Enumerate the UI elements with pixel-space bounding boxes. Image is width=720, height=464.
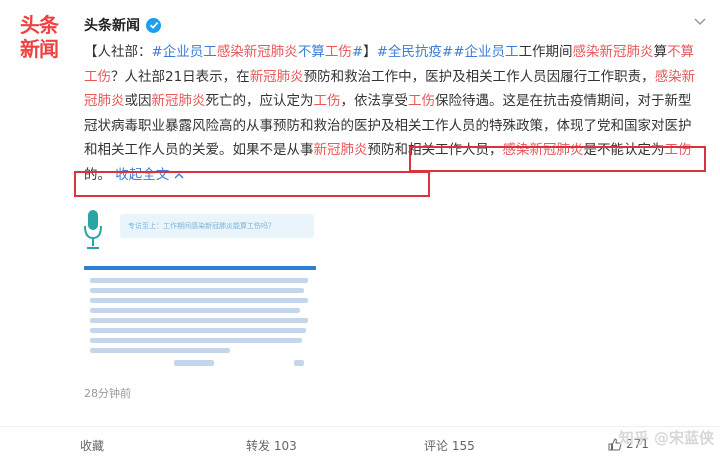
- text: 死亡的，应认定为: [205, 93, 314, 109]
- image-footer: [84, 360, 316, 372]
- image-text-line: [90, 308, 300, 313]
- account-name[interactable]: 头条新闻: [84, 15, 140, 35]
- text: 算: [653, 44, 668, 60]
- favorite-button[interactable]: 收藏: [80, 437, 104, 454]
- keyword-highlight: 工伤: [408, 93, 435, 109]
- repost-button[interactable]: 转发 103: [246, 437, 297, 454]
- text: 】: [363, 44, 377, 60]
- keyword-highlight: 新冠肺炎: [151, 93, 206, 109]
- text: 【人社部：: [84, 44, 152, 60]
- logo-line-1: 头条: [20, 13, 59, 37]
- image-text-body: [84, 266, 316, 374]
- post-image[interactable]: 专访至上：工作期间感染新冠肺炎能算工伤吗？: [84, 208, 316, 376]
- watermark: 知乎 @宋蓝侠: [618, 429, 714, 447]
- keyword-highlight: 感染新冠肺炎: [572, 44, 654, 60]
- text: ？人社部21日表示，在: [111, 68, 250, 85]
- hashtag-link[interactable]: #企业员工感染新冠肺炎不算工伤#: [152, 44, 364, 60]
- image-text-line: [90, 298, 308, 303]
- comment-button[interactable]: 评论 155: [424, 437, 475, 454]
- divider: [0, 426, 720, 427]
- microphone-icon: [84, 210, 102, 249]
- keyword-highlight: 新冠肺炎: [313, 142, 368, 158]
- image-text-line: [90, 338, 302, 343]
- verified-badge-icon: [146, 17, 161, 33]
- chevron-down-icon[interactable]: [694, 14, 706, 30]
- text: 预防和救治工作中，医护及相关工作人员因履行工作职责，: [303, 68, 655, 85]
- image-question-banner: 专访至上：工作期间感染新冠肺炎能算工伤吗？: [120, 214, 314, 238]
- keyword-highlight: 工伤: [313, 93, 341, 109]
- hashtag-link[interactable]: #全民抗疫#: [377, 44, 454, 60]
- keyword-highlight: 新冠肺炎: [249, 68, 304, 85]
- logo-line-2: 新闻: [20, 37, 59, 61]
- highlight-box: [409, 146, 706, 172]
- image-question-area: 专访至上：工作期间感染新冠肺炎能算工伤吗？: [84, 208, 316, 260]
- text: ，依法享受: [340, 93, 409, 109]
- text: 工作期间: [518, 44, 573, 60]
- action-bar: 收藏 转发 103 评论 155 271: [0, 428, 720, 464]
- image-text-line: [90, 288, 304, 293]
- toutiao-news-logo: 头条 新闻: [20, 14, 66, 64]
- image-text-line: [90, 328, 306, 333]
- image-text-line: [90, 348, 230, 353]
- image-text-line: [90, 278, 308, 283]
- image-text-line: [90, 318, 308, 323]
- hashtag-link[interactable]: #企业员工: [453, 44, 518, 60]
- post-header: 头条新闻: [84, 14, 161, 36]
- text: 或因: [124, 93, 152, 109]
- highlight-box: [74, 171, 430, 197]
- text: 如果不是从事: [232, 142, 314, 158]
- post-timestamp: 28分钟前: [84, 387, 131, 400]
